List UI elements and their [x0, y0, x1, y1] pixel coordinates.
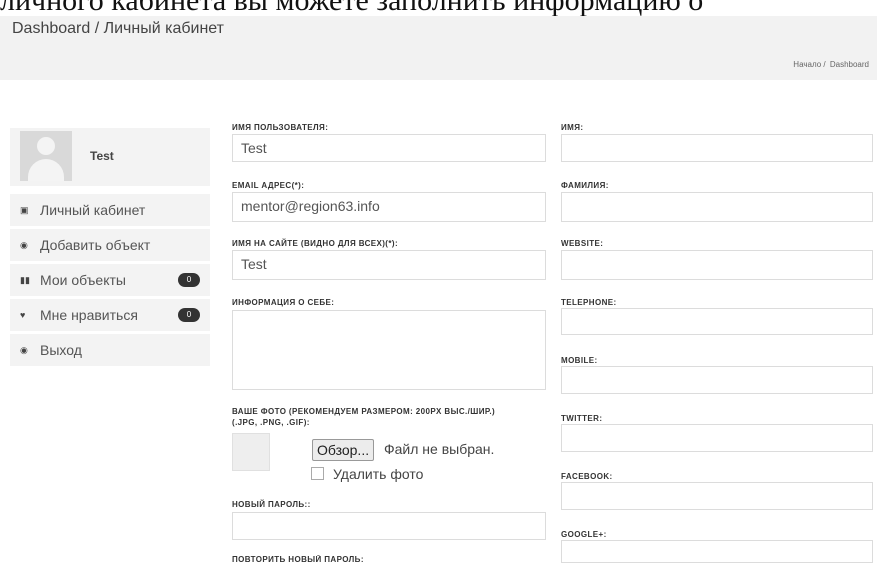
repeat-password-label: ПОВТОРИТЬ НОВЫЙ ПАРОЛЬ:: [232, 555, 364, 563]
facebook-input[interactable]: [561, 482, 873, 510]
last-name-input[interactable]: [561, 192, 873, 222]
no-file-text: Файл не выбран.: [384, 441, 495, 457]
first-name-label: ИМЯ:: [561, 123, 584, 132]
count-badge: 0: [178, 273, 200, 287]
new-password-label: НОВЫЙ ПАРОЛЬ::: [232, 500, 311, 509]
photo-formats-label: (.JPG, .PNG, .GIF):: [232, 418, 310, 427]
square-icon: ▣: [20, 205, 29, 215]
circle-plus-icon: ◉: [20, 240, 28, 250]
username-input[interactable]: Test: [232, 134, 546, 162]
photo-label: ВАШЕ ФОТО (РЕКОМЕНДУЕМ РАЗМЕРОМ: 200PX В…: [232, 407, 496, 416]
browse-button[interactable]: Обзор...: [312, 439, 375, 461]
display-name-label: ИМЯ НА САЙТЕ (ВИДНО ДЛЯ ВСЕХ)(*):: [232, 239, 399, 248]
count-badge: 0: [178, 308, 200, 322]
sidebar-item-label: Выход: [40, 342, 82, 358]
sidebar-item-my-objects[interactable]: ▮▮ Мои объекты 0: [10, 264, 210, 299]
first-name-input[interactable]: [561, 134, 873, 162]
username-label: ИМЯ ПОЛЬЗОВАТЕЛЯ:: [232, 123, 329, 132]
delete-photo-checkbox[interactable]: [311, 467, 324, 480]
last-name-label: ФАМИЛИЯ:: [561, 181, 609, 190]
about-textarea[interactable]: [232, 310, 546, 390]
page-header: Dashboard / Личный кабинет Начало / Dash…: [0, 16, 877, 80]
mobile-label: MOBILE:: [561, 356, 598, 365]
sidebar-item-cabinet[interactable]: ▣ Личный кабинет: [10, 194, 210, 229]
profile-name: Test: [90, 149, 114, 163]
sidebar-item-label: Личный кабинет: [40, 202, 146, 218]
sidebar-item-label: Мне нравиться: [40, 307, 138, 323]
delete-photo-label: Удалить фото: [333, 466, 424, 482]
heart-icon: ♥: [20, 310, 26, 320]
mobile-input[interactable]: [561, 366, 873, 394]
avatar-body-shape: [28, 159, 64, 181]
facebook-label: FACEBOOK:: [561, 472, 613, 481]
breadcrumb: Начало / Dashboard: [791, 60, 869, 69]
twitter-input[interactable]: [561, 424, 873, 452]
sidebar-item-favorites[interactable]: ♥ Мне нравиться 0: [10, 299, 210, 334]
breadcrumb-home-link[interactable]: Начало /: [793, 60, 825, 69]
photo-preview: [232, 433, 270, 471]
email-label: EMAIL АДРЕС(*):: [232, 181, 305, 190]
twitter-label: TWITTER:: [561, 414, 603, 423]
website-input[interactable]: [561, 250, 873, 280]
sidebar-item-label: Добавить объект: [40, 237, 151, 253]
sidebar-item-logout[interactable]: ◉ Выход: [10, 334, 210, 369]
about-label: ИНФОРМАЦИЯ О СЕБЕ:: [232, 298, 335, 307]
bars-icon: ▮▮: [20, 275, 30, 285]
display-name-input[interactable]: Test: [232, 250, 546, 280]
power-icon: ◉: [20, 345, 28, 355]
avatar: [20, 131, 72, 181]
google-input[interactable]: [561, 540, 873, 563]
profile-card: Test: [10, 128, 210, 186]
google-label: GOOGLE+:: [561, 530, 607, 539]
sidebar-item-label: Мои объекты: [40, 272, 126, 288]
new-password-field[interactable]: [232, 512, 546, 540]
website-label: WEBSITE:: [561, 239, 604, 248]
email-field[interactable]: mentor@region63.info: [232, 192, 546, 222]
sidebar-menu: ▣ Личный кабинет ◉ Добавить объект ▮▮ Мо…: [10, 194, 210, 369]
telephone-input[interactable]: [561, 308, 873, 335]
breadcrumb-current: Dashboard: [829, 60, 869, 69]
telephone-label: TELEPHONE:: [561, 298, 617, 307]
avatar-head-shape: [37, 137, 55, 155]
page-title: Dashboard / Личный кабинет: [12, 20, 224, 37]
sidebar-item-add-object[interactable]: ◉ Добавить объект: [10, 229, 210, 264]
